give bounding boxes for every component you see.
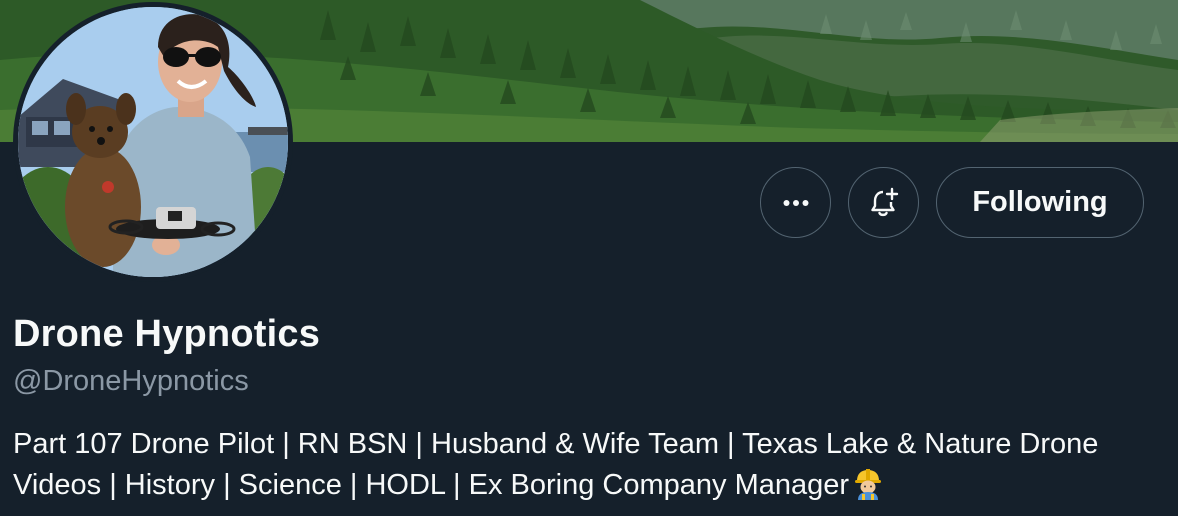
display-name: Drone Hypnotics xyxy=(13,313,321,355)
bio-text: Part 107 Drone Pilot | RN BSN | Husband … xyxy=(13,428,1099,501)
following-button[interactable]: Following xyxy=(936,167,1144,238)
bell-plus-icon xyxy=(870,187,898,216)
profile-bio: Part 107 Drone Pilot | RN BSN | Husband … xyxy=(13,424,1153,512)
profile-avatar[interactable] xyxy=(13,2,293,282)
profile-handle: @DroneHypnotics xyxy=(13,365,249,397)
construction-worker-emoji-icon xyxy=(853,468,883,512)
profile-actions: Following xyxy=(760,167,1144,238)
avatar-image xyxy=(18,7,288,277)
profile-header: Following Drone Hypnotics @DroneHypnotic… xyxy=(0,0,1178,516)
more-button[interactable] xyxy=(760,167,831,238)
more-horizontal-icon xyxy=(783,199,808,206)
notifications-button[interactable] xyxy=(848,167,919,238)
